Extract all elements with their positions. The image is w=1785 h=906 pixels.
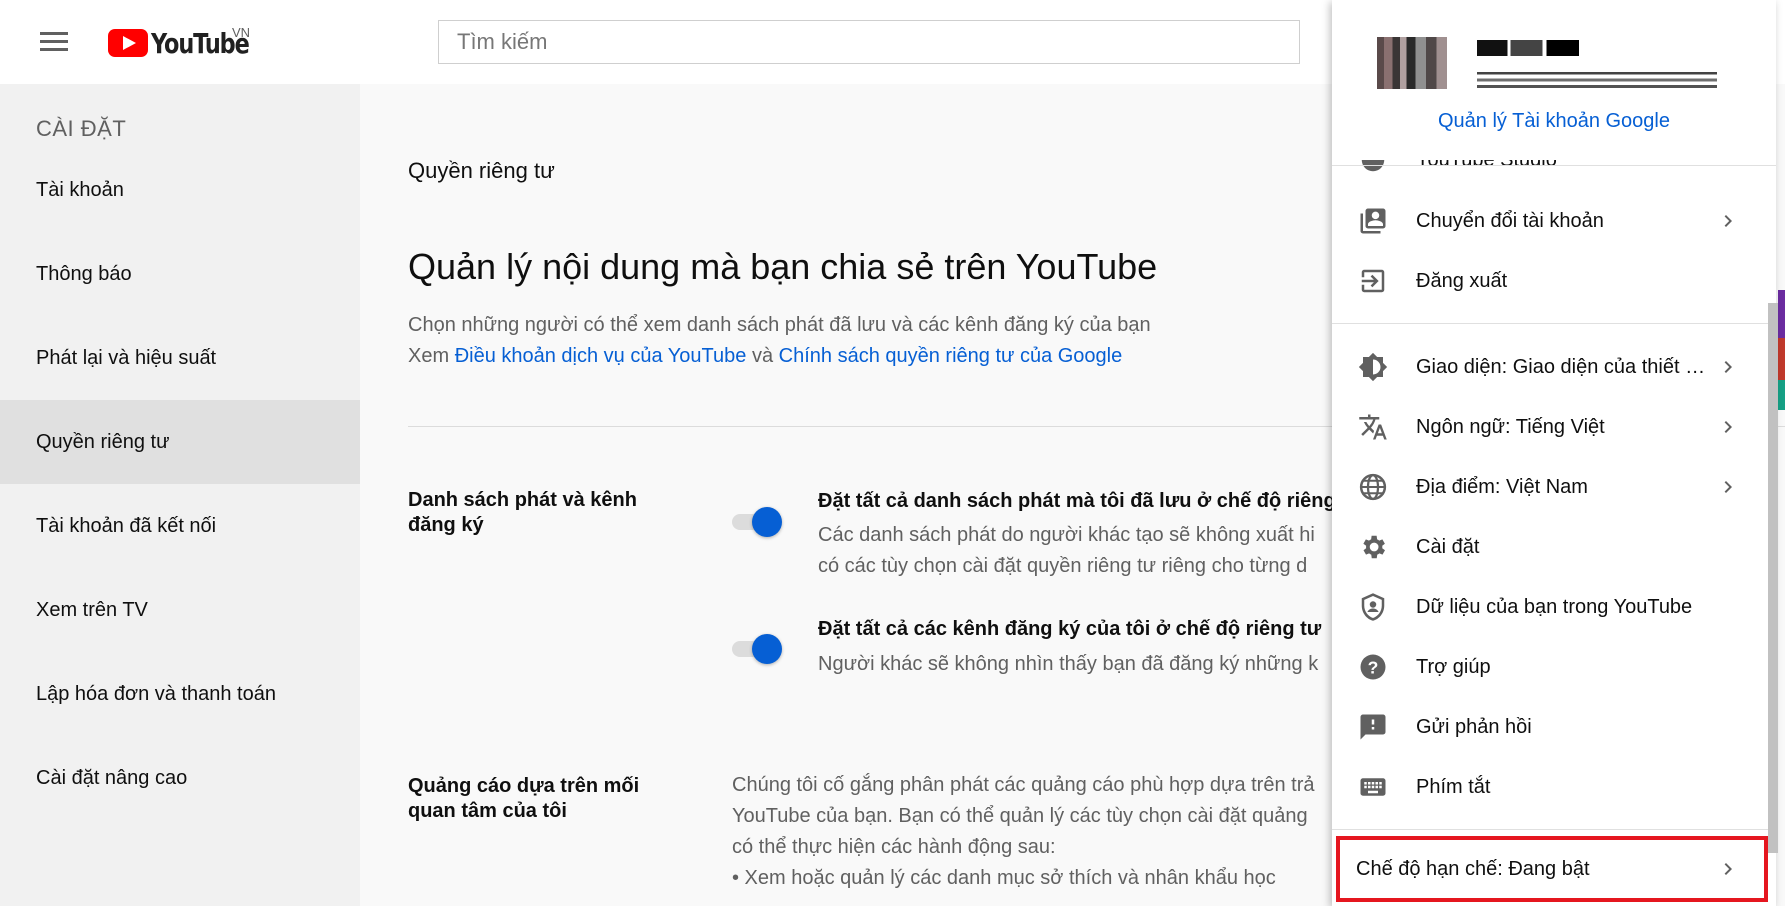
menu-item-label: Ngôn ngữ: Tiếng Việt	[1416, 415, 1605, 438]
search-input[interactable]	[439, 21, 1299, 63]
menu-item-shortcuts[interactable]: Phím tắt	[1332, 757, 1776, 817]
menu-item-settings[interactable]: Cài đặt	[1332, 517, 1776, 577]
menu-item-help[interactable]: ? Trợ giúp	[1332, 637, 1776, 697]
subscriptions-private-title: Đặt tất cả các kênh đăng ký của tôi ở ch…	[818, 618, 1322, 640]
toggle-knob	[752, 634, 782, 664]
section-label: Quyền riêng tư	[408, 158, 555, 183]
separator	[1332, 829, 1776, 830]
sidebar-item-notifications[interactable]: Thông báo	[0, 232, 360, 316]
saved-playlists-private-desc-2: có các tùy chọn cài đặt quyền riêng tư r…	[818, 555, 1308, 577]
saved-playlists-private-title: Đặt tất cả danh sách phát mà tôi đã lưu …	[818, 490, 1336, 512]
menu-item-label: Giao diện: Giao diện của thiết …	[1416, 355, 1706, 378]
sidebar-item-billing[interactable]: Lập hóa đơn và thanh toán	[0, 652, 360, 736]
account-name-redacted	[1477, 40, 1579, 56]
toggle-knob	[752, 507, 782, 537]
shield-user-icon	[1361, 593, 1385, 621]
search-box[interactable]	[438, 20, 1300, 64]
menu-item-appearance[interactable]: Giao diện: Giao diện của thiết …	[1332, 337, 1776, 397]
translate-icon	[1359, 414, 1387, 440]
menu-scrollbar[interactable]	[1768, 303, 1778, 853]
menu-item-label: Gửi phản hồi	[1416, 715, 1532, 738]
menu-item-label: Trợ giúp	[1416, 655, 1491, 678]
subscriptions-private-toggle[interactable]	[728, 630, 782, 664]
svg-text:?: ?	[1368, 657, 1379, 677]
playlists-subscriptions-label: Danh sách phát và kênh đăng ký	[408, 489, 637, 536]
menu-item-switch-account[interactable]: Chuyển đổi tài khoản	[1332, 191, 1776, 251]
background-edge	[1778, 290, 1785, 410]
menu-item-label: Cài đặt	[1416, 535, 1480, 558]
appearance-icon	[1358, 352, 1388, 382]
settings-sidebar: CÀI ĐẶT Tài khoản Thông báo Phát lại và …	[0, 84, 360, 906]
desc-and: và	[746, 345, 779, 367]
chevron-right-icon	[1724, 481, 1732, 493]
interest-ads-label: Quảng cáo dựa trên mối quan tâm của tôi	[408, 775, 640, 822]
privacy-policy-link[interactable]: Chính sách quyền riêng tư của Google	[779, 345, 1123, 367]
sidebar-item-playback[interactable]: Phát lại và hiệu suất	[0, 316, 360, 400]
restricted-mode-highlight	[1336, 836, 1768, 902]
account-email-redacted	[1477, 72, 1717, 88]
menu-item-label: Địa điểm: Việt Nam	[1416, 475, 1588, 498]
manage-google-account-link[interactable]: Quản lý Tài khoản Google	[1332, 110, 1776, 133]
chevron-right-icon	[1724, 421, 1732, 433]
saved-playlists-private-toggle[interactable]	[728, 503, 782, 537]
privacy-description: Chọn những người có thể xem danh sách ph…	[408, 310, 1151, 372]
ads-desc-line-2: YouTube của bạn. Bạn có thể quản lý các …	[732, 805, 1308, 827]
ads-desc-line-1: Chúng tôi cố gắng phân phát các quảng cá…	[732, 774, 1315, 796]
separator	[1332, 323, 1776, 324]
page-title: Quản lý nội dung mà bạn chia sẻ trên You…	[408, 246, 1158, 287]
help-icon: ?	[1360, 654, 1386, 680]
saved-playlists-private-desc-1: Các danh sách phát do người khác tạo sẽ …	[818, 524, 1315, 546]
chevron-right-icon	[1724, 361, 1732, 373]
separator	[1332, 165, 1776, 166]
youtube-play-icon	[108, 29, 148, 57]
interest-ads-desc: Chúng tôi cố gắng phân phát các quảng cá…	[732, 770, 1314, 894]
gear-icon	[1363, 535, 1385, 559]
sidebar-item-privacy[interactable]: Quyền riêng tư	[0, 400, 360, 484]
tos-link[interactable]: Điều khoản dịch vụ của YouTube	[455, 345, 747, 367]
menu-item-location[interactable]: Địa điểm: Việt Nam	[1332, 457, 1776, 517]
keyboard-icon	[1360, 778, 1386, 796]
desc-prefix: Xem	[408, 345, 455, 367]
sidebar-heading: CÀI ĐẶT	[36, 116, 127, 141]
desc-line-2: Xem Điều khoản dịch vụ của YouTube và Ch…	[408, 341, 1151, 372]
desc-line-1: Chọn những người có thể xem danh sách ph…	[408, 314, 1151, 336]
chevron-right-icon	[1724, 215, 1732, 227]
globe-icon	[1359, 473, 1387, 501]
menu-item-your-data[interactable]: Dữ liệu của bạn trong YouTube	[1332, 577, 1776, 637]
sidebar-item-advanced[interactable]: Cài đặt nâng cao	[0, 736, 360, 820]
menu-item-sign-out[interactable]: Đăng xuất	[1332, 251, 1776, 311]
ads-desc-line-3: có thể thực hiện các hành động sau:	[732, 836, 1056, 858]
account-header: Quản lý Tài khoản Google	[1332, 0, 1776, 160]
hamburger-menu-icon[interactable]	[38, 28, 72, 54]
menu-item-label: Phím tắt	[1416, 775, 1491, 798]
sidebar-item-connected-apps[interactable]: Tài khoản đã kết nối	[0, 484, 360, 568]
feedback-icon	[1360, 714, 1386, 740]
menu-item-feedback[interactable]: Gửi phản hồi	[1332, 697, 1776, 757]
menu-item-label: Chuyển đổi tài khoản	[1416, 209, 1604, 232]
menu-item-label: Đăng xuất	[1416, 269, 1508, 292]
ads-bullet-1: • Xem hoặc quản lý các danh mục sở thích…	[732, 867, 1276, 889]
country-code: VN	[232, 25, 251, 40]
subscriptions-private-desc: Người khác sẽ không nhìn thấy bạn đã đăn…	[818, 653, 1319, 675]
sidebar-item-watch-on-tv[interactable]: Xem trên TV	[0, 568, 360, 652]
switch-account-icon	[1360, 208, 1386, 234]
menu-item-label: Dữ liệu của bạn trong YouTube	[1416, 595, 1693, 618]
avatar[interactable]	[1377, 37, 1447, 89]
sidebar-item-account[interactable]: Tài khoản	[0, 148, 360, 232]
menu-item-language[interactable]: Ngôn ngữ: Tiếng Việt	[1332, 397, 1776, 457]
sign-out-icon	[1361, 269, 1385, 293]
account-menu: YouTube Studio Quản lý Tài khoản Google …	[1332, 0, 1776, 906]
